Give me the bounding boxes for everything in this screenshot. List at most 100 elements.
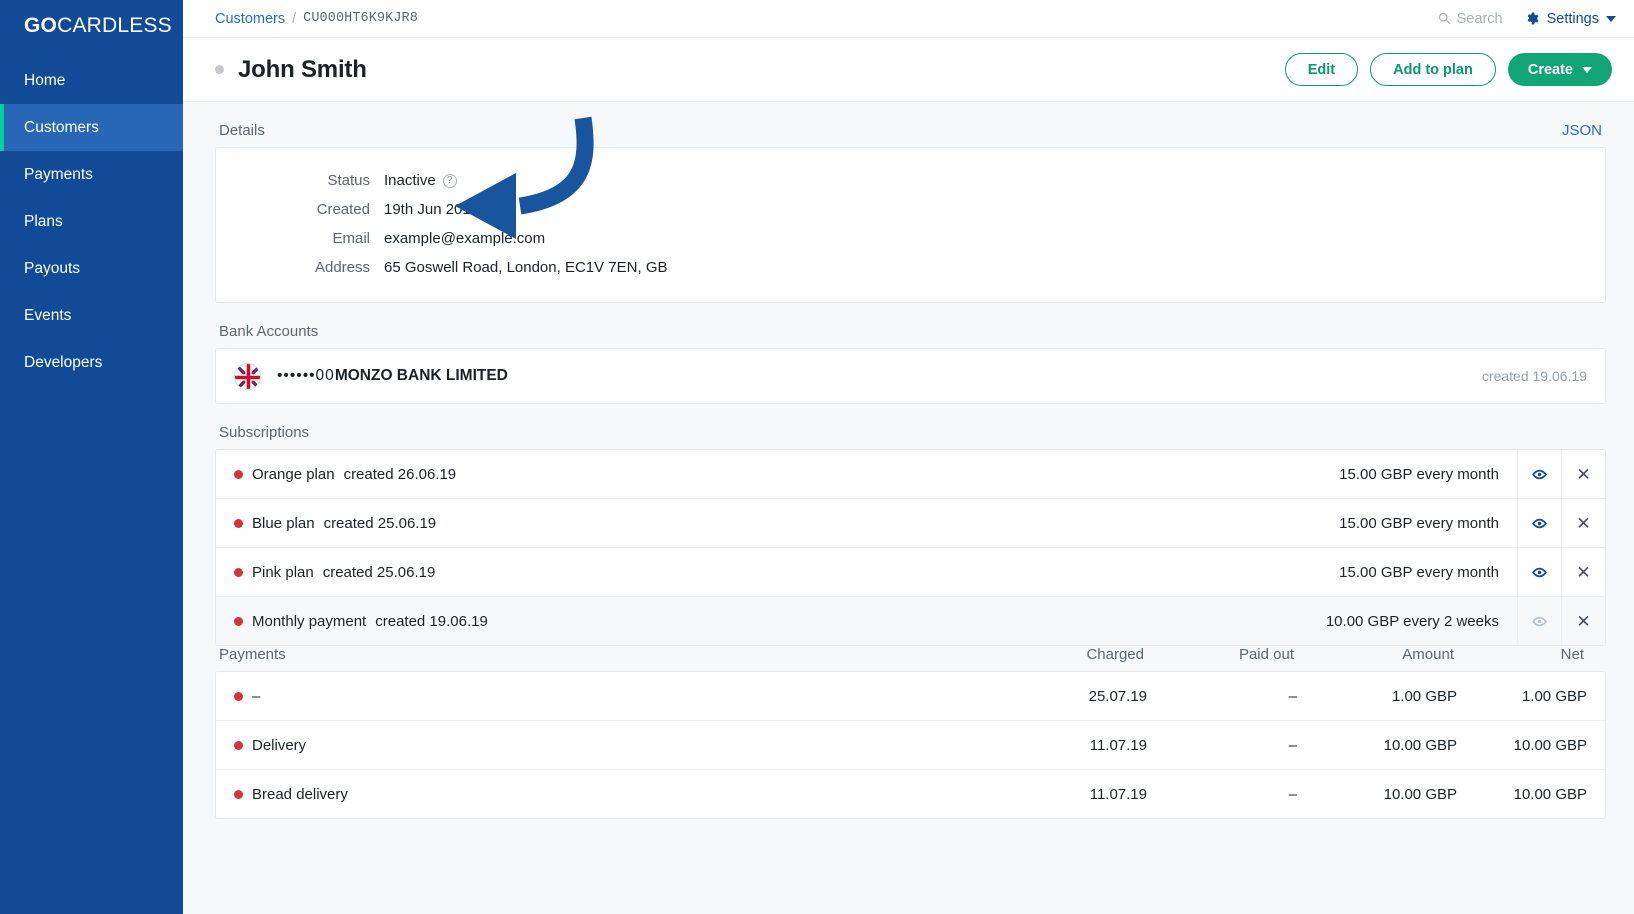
create-button[interactable]: Create	[1507, 53, 1612, 86]
sidebar-item-label: Developers	[24, 353, 103, 371]
payment-description: Delivery	[216, 721, 997, 769]
detail-label: Created	[316, 201, 370, 218]
chevron-down-icon	[1606, 15, 1616, 22]
search-input[interactable]: Search	[1438, 11, 1503, 27]
subscription-amount: 15.00 GBP every month	[1339, 563, 1499, 581]
bank-account-label: ••••••00MONZO BANK LIMITED	[277, 367, 508, 385]
bank-accounts-section-title: Bank Accounts	[219, 323, 319, 340]
detail-label: Address	[314, 259, 370, 276]
payment-name: –	[252, 687, 261, 705]
payment-amount: 10.00 GBP	[1383, 736, 1457, 754]
subscription-cancel-button[interactable]: ✕	[1561, 597, 1605, 645]
sidebar-item-payouts[interactable]: Payouts	[0, 245, 183, 292]
payment-name: Bread delivery	[252, 785, 348, 803]
detail-value: Inactive ?	[384, 172, 457, 189]
table-row[interactable]: Orange plan created 26.06.19 15.00 GBP e…	[216, 450, 1605, 498]
subscription-name: Monthly payment	[252, 612, 367, 630]
sidebar-item-customers[interactable]: Customers	[0, 104, 183, 151]
breadcrumb: Customers / CU000HT6K9KJR8	[215, 11, 418, 27]
subscription-view-button[interactable]	[1517, 597, 1561, 645]
sidebar-item-label: Customers	[24, 118, 99, 136]
content-scroll[interactable]: Details JSON Status Inactive ? Created 1…	[183, 102, 1634, 914]
sidebar-item-developers[interactable]: Developers	[0, 339, 183, 386]
table-row[interactable]: – 25.07.19 – 1.00 GBP 1.00 GBP	[216, 672, 1605, 720]
gear-icon	[1527, 12, 1538, 25]
uk-flag-icon	[234, 362, 261, 390]
bank-account-row[interactable]: ••••••00MONZO BANK LIMITED created 19.06…	[216, 349, 1605, 403]
question-mark-icon[interactable]: ?	[442, 173, 457, 188]
bank-account-name: MONZO BANK LIMITED	[334, 367, 508, 384]
payment-charged: 25.07.19	[1088, 687, 1147, 705]
json-link[interactable]: JSON	[1562, 122, 1602, 139]
table-row[interactable]: Blue plan created 25.06.19 15.00 GBP eve…	[216, 498, 1605, 547]
payment-description: Bread delivery	[216, 770, 997, 818]
settings-menu[interactable]: Settings	[1525, 11, 1616, 27]
subscription-view-button[interactable]	[1517, 499, 1561, 547]
breadcrumb-separator: /	[292, 10, 297, 27]
app-root: GO CARDLESS Home Customers Payments Plans…	[0, 0, 1634, 914]
search-icon	[1438, 12, 1450, 25]
status-dot	[234, 616, 243, 626]
chevron-down-icon	[1582, 66, 1592, 73]
page-header: John Smith Edit Add to plan Create	[183, 38, 1634, 102]
settings-label: Settings	[1546, 10, 1599, 27]
payment-paid-out: –	[1288, 736, 1297, 754]
subscription-view-button[interactable]	[1517, 450, 1561, 498]
sidebar-nav: Home Customers Payments Plans Payouts Ev…	[0, 57, 183, 386]
close-icon: ✕	[1576, 513, 1591, 533]
subscriptions-section-header: Subscriptions	[215, 404, 1606, 449]
sidebar-item-events[interactable]: Events	[0, 292, 183, 339]
topbar-right: Search Settings	[1438, 11, 1616, 27]
table-row[interactable]: Delivery 11.07.19 – 10.00 GBP 10.00 GBP	[216, 720, 1605, 769]
column-header-net: Net	[1560, 646, 1584, 663]
payment-net: 1.00 GBP	[1521, 687, 1587, 705]
detail-value: 19th Jun 2019	[384, 201, 480, 218]
sidebar-item-payments[interactable]: Payments	[0, 151, 183, 198]
details-card: Status Inactive ? Created 19th Jun 2019 …	[215, 147, 1606, 303]
subscription-amount: 15.00 GBP every month	[1339, 514, 1499, 532]
subscription-cancel-button[interactable]: ✕	[1561, 499, 1605, 547]
detail-value-text: Inactive	[384, 172, 436, 189]
brand-logo[interactable]: GO CARDLESS	[0, 0, 183, 52]
sidebar: GO CARDLESS Home Customers Payments Plans…	[0, 0, 183, 914]
subscription-name: Pink plan	[252, 563, 314, 581]
status-dot	[234, 740, 243, 750]
page-actions: Edit Add to plan Create	[1284, 53, 1612, 86]
subscription-name: Orange plan	[252, 465, 335, 483]
status-dot	[234, 789, 243, 799]
add-to-plan-button[interactable]: Add to plan	[1370, 53, 1496, 86]
sidebar-item-label: Plans	[24, 212, 63, 230]
subscription-cancel-button[interactable]: ✕	[1561, 450, 1605, 498]
subscription-created: created 26.06.19	[343, 465, 457, 483]
subscription-cancel-button[interactable]: ✕	[1561, 548, 1605, 596]
detail-row-address: Address 65 Goswell Road, London, EC1V 7E…	[216, 253, 1605, 282]
payment-paid-out: –	[1288, 785, 1297, 803]
sidebar-item-plans[interactable]: Plans	[0, 198, 183, 245]
edit-button[interactable]: Edit	[1284, 53, 1359, 86]
table-row[interactable]: Pink plan created 25.06.19 15.00 GBP eve…	[216, 547, 1605, 596]
detail-label: Status	[327, 172, 370, 189]
column-header-paid-out: Paid out	[1238, 646, 1294, 663]
payments-section-title: Payments	[219, 646, 286, 663]
subscription-view-button[interactable]	[1517, 548, 1561, 596]
breadcrumb-link-customers[interactable]: Customers	[215, 11, 285, 27]
payment-description: –	[216, 672, 997, 720]
status-dot	[234, 518, 243, 528]
search-placeholder: Search	[1456, 10, 1503, 27]
sidebar-item-home[interactable]: Home	[0, 57, 183, 104]
bank-account-created: created 19.06.19	[1481, 368, 1587, 384]
eye-icon	[1532, 469, 1547, 479]
table-row[interactable]: Bread delivery 11.07.19 – 10.00 GBP 10.0…	[216, 769, 1605, 818]
detail-label: Email	[332, 230, 370, 247]
payment-amount: 1.00 GBP	[1391, 687, 1457, 705]
bank-accounts-card: ••••••00MONZO BANK LIMITED created 19.06…	[215, 348, 1606, 404]
subscription-amount: 10.00 GBP every 2 weeks	[1325, 612, 1499, 630]
table-row[interactable]: Monthly payment created 19.06.19 10.00 G…	[216, 596, 1605, 645]
sidebar-item-label: Home	[24, 71, 66, 89]
breadcrumb-current: CU000HT6K9KJR8	[303, 11, 418, 26]
brand-logo-bold: GO	[24, 14, 58, 37]
close-icon: ✕	[1576, 464, 1591, 484]
payment-name: Delivery	[252, 736, 307, 754]
page-title: John Smith	[238, 55, 367, 83]
status-badge	[215, 65, 224, 74]
